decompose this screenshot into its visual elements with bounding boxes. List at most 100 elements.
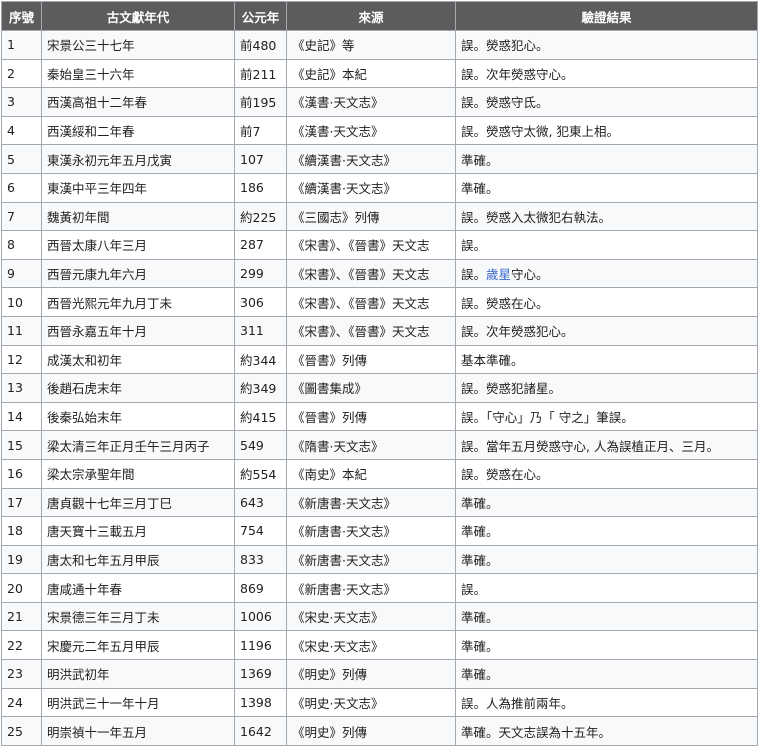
table-row: 1 宋景公三十七年 前480 《史記》等 誤。熒惑犯心。 <box>1 30 758 60</box>
cell-source: 《明史》列傳 <box>286 716 456 746</box>
cell-number: 7 <box>1 201 42 232</box>
column-header-number[interactable]: 序號 <box>1 1 42 31</box>
cell-era: 明崇禎十一年五月 <box>41 716 235 746</box>
table-row: 10 西晉光熙元年九月丁未 306 《宋書》、《晉書》天文志 誤。熒惑在心。 <box>1 287 758 317</box>
cell-source: 《晉書》列傳 <box>286 401 456 432</box>
table-row: 6 東漢中平三年四年 186 《續漢書·天文志》 準確。 <box>1 172 758 203</box>
cell-number: 6 <box>1 172 42 203</box>
cell-number: 19 <box>1 544 42 575</box>
cell-number: 21 <box>1 601 42 632</box>
table-body: 1 宋景公三十七年 前480 《史記》等 誤。熒惑犯心。 2 秦始皇三十六年 前211 《史記》… <box>1 30 758 746</box>
column-header-era[interactable]: 古文獻年代 <box>41 1 235 31</box>
table-row: 16 梁太宗承聖年間 約554 《南史》本紀 誤。熒惑在心。 <box>1 458 758 489</box>
cell-source: 《宋史·天文志》 <box>286 630 456 661</box>
cell-era: 西晉元康九年六月 <box>41 258 235 289</box>
cell-era: 西漢綏和二年春 <box>41 115 235 146</box>
cell-result: 準確。 <box>455 630 758 661</box>
cell-year: 1398 <box>234 687 287 718</box>
cell-source: 《史記》本紀 <box>286 58 456 89</box>
cell-source: 《隋書·天文志》 <box>286 430 456 460</box>
cell-source: 《晉書》列傳 <box>286 344 456 375</box>
cell-year: 約344 <box>234 344 287 375</box>
cell-era: 宋景公三十七年 <box>41 30 235 60</box>
table-row: 2 秦始皇三十六年 前211 《史記》本紀 誤。次年熒惑守心。 <box>1 58 758 89</box>
cell-result: 誤。次年熒惑犯心。 <box>455 315 758 346</box>
cell-number: 5 <box>1 144 42 174</box>
cell-number: 10 <box>1 287 42 317</box>
cell-source: 《宋書》、《晉書》天文志 <box>286 258 456 289</box>
cell-era: 後趙石虎末年 <box>41 373 235 403</box>
cell-source: 《宋書》、《晉書》天文志 <box>286 230 456 260</box>
cell-source: 《宋史·天文志》 <box>286 601 456 632</box>
cell-result: 誤。熒惑守氐。 <box>455 87 758 117</box>
cell-era: 梁太宗承聖年間 <box>41 458 235 489</box>
cell-number: 3 <box>1 87 42 117</box>
cell-result: 誤。 <box>455 230 758 260</box>
cell-year: 約554 <box>234 458 287 489</box>
cell-number: 17 <box>1 487 42 518</box>
table-row: 24 明洪武三十一年十月 1398 《明史·天文志》 誤。人為推前兩年。 <box>1 687 758 718</box>
cell-number: 14 <box>1 401 42 432</box>
cell-result: 準確。 <box>455 544 758 575</box>
cell-era: 梁太清三年正月壬午三月丙子 <box>41 430 235 460</box>
cell-result: 準確。 <box>455 659 758 689</box>
table-row: 19 唐太和七年五月甲辰 833 《新唐書·天文志》 準確。 <box>1 544 758 575</box>
jupiter-link[interactable]: 歲星 <box>486 267 511 282</box>
table-row: 22 宋慶元二年五月甲辰 1196 《宋史·天文志》 準確。 <box>1 630 758 661</box>
table-row: 21 宋景德三年三月丁未 1006 《宋史·天文志》 準確。 <box>1 601 758 632</box>
cell-number: 24 <box>1 687 42 718</box>
cell-result: 基本準確。 <box>455 344 758 375</box>
cell-year: 549 <box>234 430 287 460</box>
table-row: 23 明洪武初年 1369 《明史》列傳 準確。 <box>1 659 758 689</box>
cell-year: 1006 <box>234 601 287 632</box>
cell-year: 1369 <box>234 659 287 689</box>
cell-era: 東漢永初元年五月戊寅 <box>41 144 235 174</box>
cell-source: 《宋書》、《晉書》天文志 <box>286 287 456 317</box>
cell-number: 2 <box>1 58 42 89</box>
cell-number: 16 <box>1 458 42 489</box>
cell-source: 《南史》本紀 <box>286 458 456 489</box>
cell-year: 前7 <box>234 115 287 146</box>
cell-result: 準確。 <box>455 516 758 546</box>
table-row: 4 西漢綏和二年春 前7 《漢書·天文志》 誤。熒惑守太微, 犯東上相。 <box>1 115 758 146</box>
cell-year: 833 <box>234 544 287 575</box>
table-row: 9 西晉元康九年六月 299 《宋書》、《晉書》天文志 誤。歲星守心。 <box>1 258 758 289</box>
table-row: 7 魏黃初年間 約225 《三國志》列傳 誤。熒惑入太微犯右執法。 <box>1 201 758 232</box>
cell-era: 後秦弘始末年 <box>41 401 235 432</box>
cell-result: 誤。次年熒惑守心。 <box>455 58 758 89</box>
cell-source: 《新唐書·天文志》 <box>286 544 456 575</box>
cell-result: 誤。當年五月熒惑守心, 人為誤植正月、三月。 <box>455 430 758 460</box>
cell-source: 《宋書》、《晉書》天文志 <box>286 315 456 346</box>
cell-source: 《新唐書·天文志》 <box>286 516 456 546</box>
column-header-result[interactable]: 驗證結果 <box>455 1 758 31</box>
cell-source: 《漢書·天文志》 <box>286 115 456 146</box>
cell-result: 誤。 <box>455 573 758 603</box>
cell-source: 《史記》等 <box>286 30 456 60</box>
cell-number: 22 <box>1 630 42 661</box>
cell-era: 唐太和七年五月甲辰 <box>41 544 235 575</box>
cell-year: 前211 <box>234 58 287 89</box>
cell-era: 魏黃初年間 <box>41 201 235 232</box>
table-row: 12 成漢太和初年 約344 《晉書》列傳 基本準確。 <box>1 344 758 375</box>
table-row: 3 西漢高祖十二年春 前195 《漢書·天文志》 誤。熒惑守氐。 <box>1 87 758 117</box>
column-header-source[interactable]: 來源 <box>286 1 456 31</box>
cell-number: 18 <box>1 516 42 546</box>
cell-era: 西晉太康八年三月 <box>41 230 235 260</box>
cell-era: 成漢太和初年 <box>41 344 235 375</box>
cell-result: 準確。 <box>455 172 758 203</box>
column-header-year[interactable]: 公元年 <box>234 1 287 31</box>
cell-source: 《漢書·天文志》 <box>286 87 456 117</box>
cell-era: 明洪武三十一年十月 <box>41 687 235 718</box>
table-row: 20 唐咸通十年春 869 《新唐書·天文志》 誤。 <box>1 573 758 603</box>
cell-number: 15 <box>1 430 42 460</box>
cell-year: 311 <box>234 315 287 346</box>
result-text-before: 誤。 <box>461 267 487 283</box>
cell-year: 前195 <box>234 87 287 117</box>
cell-year: 約415 <box>234 401 287 432</box>
cell-result: 誤。人為推前兩年。 <box>455 687 758 718</box>
table-row: 17 唐貞觀十七年三月丁巳 643 《新唐書·天文志》 準確。 <box>1 487 758 518</box>
cell-source: 《三國志》列傳 <box>286 201 456 232</box>
table-row: 14 後秦弘始末年 約415 《晉書》列傳 誤。「守心」乃「 守之」筆誤。 <box>1 401 758 432</box>
cell-source: 《續漢書·天文志》 <box>286 144 456 174</box>
cell-number: 12 <box>1 344 42 375</box>
